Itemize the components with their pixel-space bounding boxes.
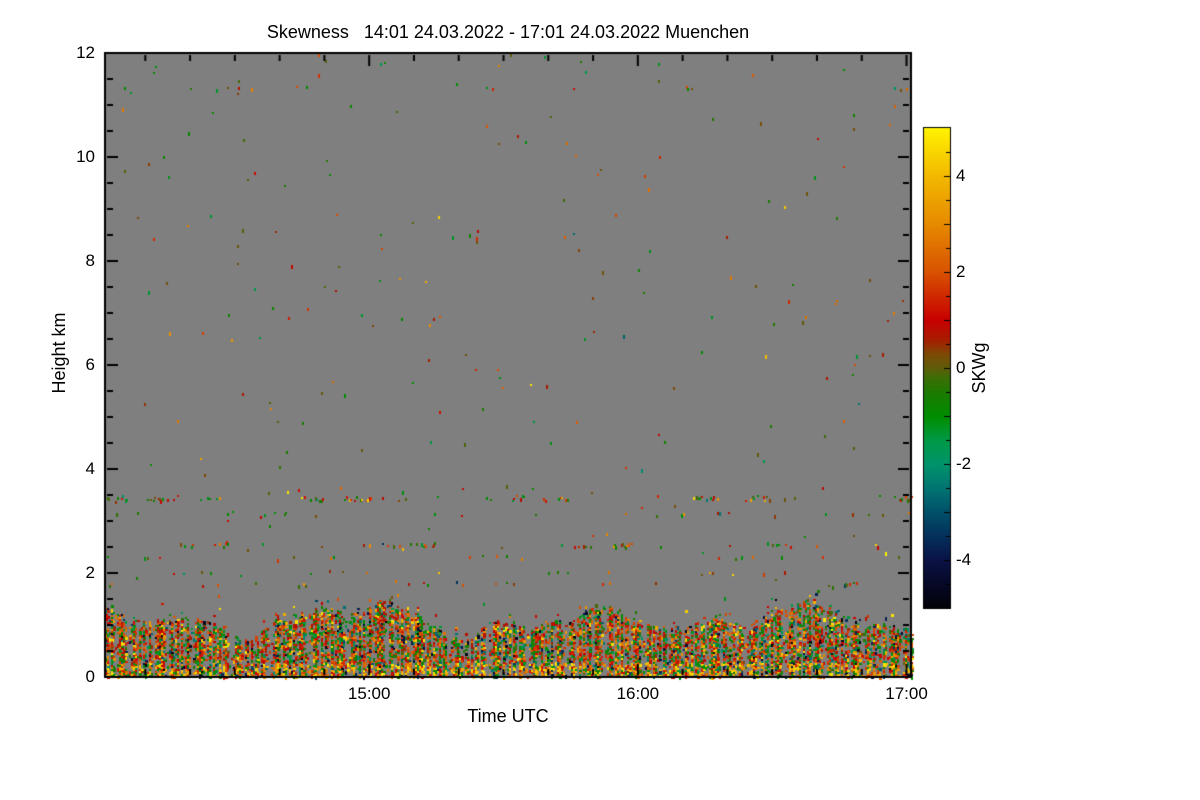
y-tick-label: 6 — [85, 355, 95, 374]
colorbar-tick-label: -2 — [956, 454, 972, 473]
colorbar-tick-label: 4 — [956, 166, 966, 185]
skewness-heatmap-canvas — [0, 0, 1200, 800]
y-tick-label: 12 — [76, 43, 95, 62]
y-tick-label: 10 — [76, 147, 95, 166]
x-tick-label: 15:00 — [347, 684, 391, 703]
x-tick-label: 17:00 — [885, 684, 928, 703]
colorbar-tick-label: 0 — [956, 358, 966, 377]
chart-title: Skewness 14:01 24.03.2022 - 17:01 24.03.… — [266, 22, 750, 42]
y-tick-label: 0 — [85, 667, 95, 686]
y-axis-title: Height km — [49, 312, 69, 394]
x-axis-title: Time UTC — [467, 706, 549, 726]
skewness-chart-figure: Skewness 14:01 24.03.2022 - 17:01 24.03.… — [0, 0, 1200, 800]
colorbar-tick-label: 2 — [956, 262, 966, 281]
y-tick-label: 4 — [85, 459, 95, 478]
colorbar-tick-label: -4 — [956, 550, 972, 569]
x-tick-label: 16:00 — [616, 684, 660, 703]
y-tick-label: 8 — [85, 251, 95, 270]
y-tick-label: 2 — [85, 563, 95, 582]
